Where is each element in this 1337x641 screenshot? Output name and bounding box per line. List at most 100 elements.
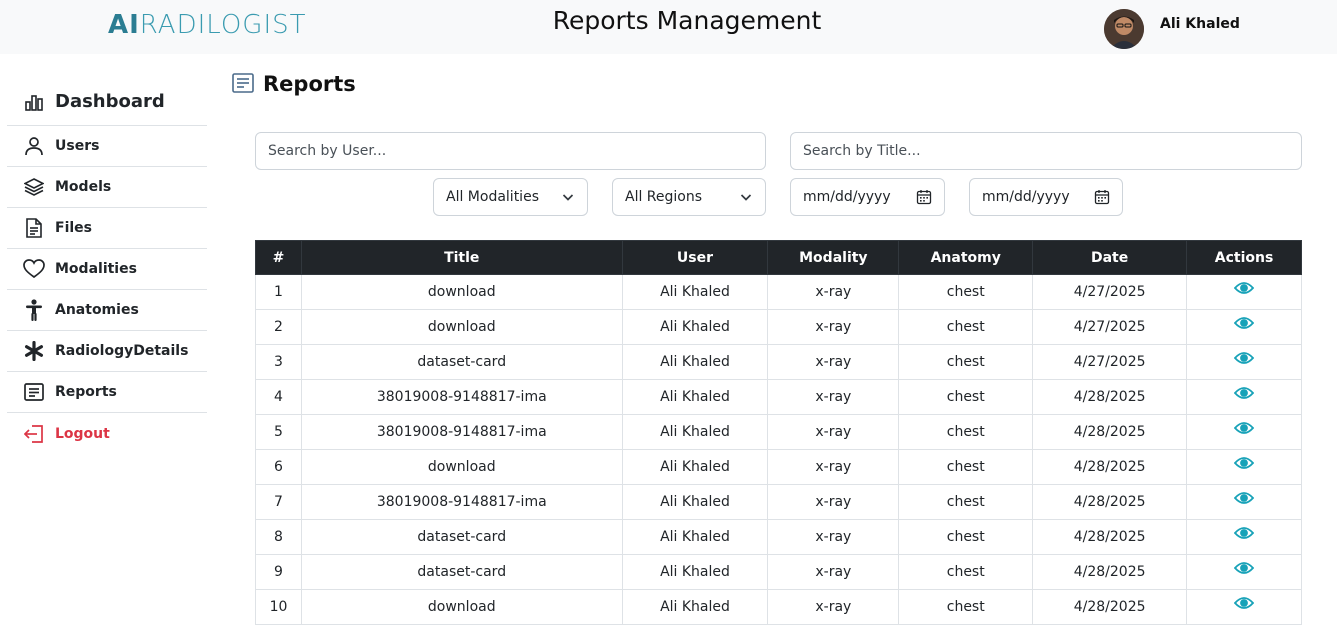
cell-date: 4/27/2025: [1032, 309, 1188, 345]
cell-modality: x-ray: [767, 274, 900, 310]
date-to-input[interactable]: mm/dd/yyyy: [969, 178, 1123, 216]
cell-anatomy: chest: [898, 589, 1034, 625]
sidebar-item-dashboard[interactable]: Dashboard: [7, 78, 207, 126]
column-header-date: Date: [1032, 240, 1188, 275]
page-heading: Reports: [232, 72, 356, 96]
sidebar: Dashboard Users Models Files Modalities …: [7, 78, 207, 454]
cell-date: 4/28/2025: [1032, 519, 1188, 555]
cell-user: Ali Khaled: [621, 414, 769, 450]
table-row: 6 download Ali Khaled x-ray chest 4/28/2025: [255, 449, 1302, 485]
cell-number: 5: [255, 414, 302, 450]
asterisk-icon: [23, 340, 45, 362]
cell-title: dataset-card: [300, 519, 623, 555]
file-icon: [23, 217, 45, 239]
cell-title: 38019008-9148817-ima: [300, 379, 623, 415]
cell-actions: [1186, 414, 1302, 450]
view-eye-icon[interactable]: [1234, 351, 1255, 365]
cell-number: 6: [255, 449, 302, 485]
cell-user: Ali Khaled: [621, 554, 769, 590]
cell-number: 4: [255, 379, 302, 415]
top-bar: AIRADILOGIST Reports Management Ali Khal…: [0, 0, 1337, 54]
cell-modality: x-ray: [767, 309, 900, 345]
sidebar-item-files[interactable]: Files: [7, 208, 207, 249]
cell-modality: x-ray: [767, 519, 900, 555]
cell-actions: [1186, 484, 1302, 520]
cell-anatomy: chest: [898, 379, 1034, 415]
chevron-down-icon: [562, 194, 574, 201]
cell-anatomy: chest: [898, 309, 1034, 345]
sidebar-item-logout[interactable]: Logout: [7, 413, 207, 454]
cell-title: download: [300, 449, 623, 485]
cell-date: 4/27/2025: [1032, 344, 1188, 380]
calendar-icon[interactable]: [916, 189, 932, 205]
search-title-input[interactable]: [790, 132, 1302, 170]
cell-date: 4/28/2025: [1032, 414, 1188, 450]
region-select[interactable]: All Regions: [612, 178, 766, 216]
sidebar-item-modalities[interactable]: Modalities: [7, 249, 207, 290]
view-eye-icon[interactable]: [1234, 491, 1255, 505]
modality-select[interactable]: All Modalities: [433, 178, 588, 216]
view-eye-icon[interactable]: [1234, 596, 1255, 610]
logout-icon: [23, 423, 45, 445]
sidebar-item-radiologydetails[interactable]: RadiologyDetails: [7, 331, 207, 372]
cell-actions: [1186, 274, 1302, 310]
region-select-value: All Regions: [625, 189, 703, 205]
human-figure-icon: [23, 299, 45, 321]
sidebar-item-users[interactable]: Users: [7, 126, 207, 167]
cell-number: 10: [255, 589, 302, 625]
table-row: 3 dataset-card Ali Khaled x-ray chest 4/27/20…: [255, 344, 1302, 380]
cell-number: 7: [255, 484, 302, 520]
cell-user: Ali Khaled: [621, 449, 769, 485]
cell-modality: x-ray: [767, 589, 900, 625]
table-row: 8 dataset-card Ali Khaled x-ray chest 4/28/20…: [255, 519, 1302, 555]
view-eye-icon[interactable]: [1234, 526, 1255, 540]
search-user-input[interactable]: [255, 132, 766, 170]
cell-anatomy: chest: [898, 274, 1034, 310]
cell-date: 4/28/2025: [1032, 449, 1188, 485]
view-eye-icon[interactable]: [1234, 421, 1255, 435]
user-avatar[interactable]: [1104, 9, 1144, 49]
sidebar-item-label: Reports: [55, 384, 117, 400]
column-header-title: Title: [300, 240, 623, 275]
sidebar-item-label: Dashboard: [55, 91, 165, 112]
sidebar-item-anatomies[interactable]: Anatomies: [7, 290, 207, 331]
calendar-icon[interactable]: [1094, 189, 1110, 205]
view-eye-icon[interactable]: [1234, 281, 1255, 295]
sidebar-item-label: Models: [55, 179, 112, 195]
cell-user: Ali Khaled: [621, 274, 769, 310]
table-row: 7 38019008-9148817-ima Ali Khaled x-ray ches…: [255, 484, 1302, 520]
view-eye-icon[interactable]: [1234, 316, 1255, 330]
view-eye-icon[interactable]: [1234, 561, 1255, 575]
page-title: Reports: [263, 72, 356, 96]
column-header-modality: Modality: [767, 240, 900, 275]
view-eye-icon[interactable]: [1234, 386, 1255, 400]
cell-date: 4/28/2025: [1032, 379, 1188, 415]
cell-actions: [1186, 449, 1302, 485]
cell-anatomy: chest: [898, 519, 1034, 555]
cell-date: 4/28/2025: [1032, 554, 1188, 590]
cell-title: dataset-card: [300, 344, 623, 380]
cell-title: download: [300, 589, 623, 625]
view-eye-icon[interactable]: [1234, 456, 1255, 470]
chart-bar-icon: [23, 91, 45, 113]
cell-user: Ali Khaled: [621, 309, 769, 345]
sidebar-item-models[interactable]: Models: [7, 167, 207, 208]
heart-icon: [23, 258, 45, 280]
date-from-input[interactable]: mm/dd/yyyy: [790, 178, 945, 216]
cell-anatomy: chest: [898, 414, 1034, 450]
date-from-value: mm/dd/yyyy: [803, 189, 891, 205]
cell-user: Ali Khaled: [621, 519, 769, 555]
cell-number: 8: [255, 519, 302, 555]
cell-title: 38019008-9148817-ima: [300, 484, 623, 520]
table-row: 2 download Ali Khaled x-ray chest 4/27/2025: [255, 309, 1302, 345]
user-name[interactable]: Ali Khaled: [1160, 16, 1240, 32]
cell-title: download: [300, 309, 623, 345]
cell-modality: x-ray: [767, 379, 900, 415]
column-header-actions: Actions: [1186, 240, 1302, 275]
table-header-row: # Title User Modality Anatomy Date Actio…: [255, 240, 1302, 275]
cell-actions: [1186, 309, 1302, 345]
sidebar-item-reports[interactable]: Reports: [7, 372, 207, 413]
cell-modality: x-ray: [767, 344, 900, 380]
sidebar-item-label: Logout: [55, 425, 110, 442]
cell-number: 2: [255, 309, 302, 345]
